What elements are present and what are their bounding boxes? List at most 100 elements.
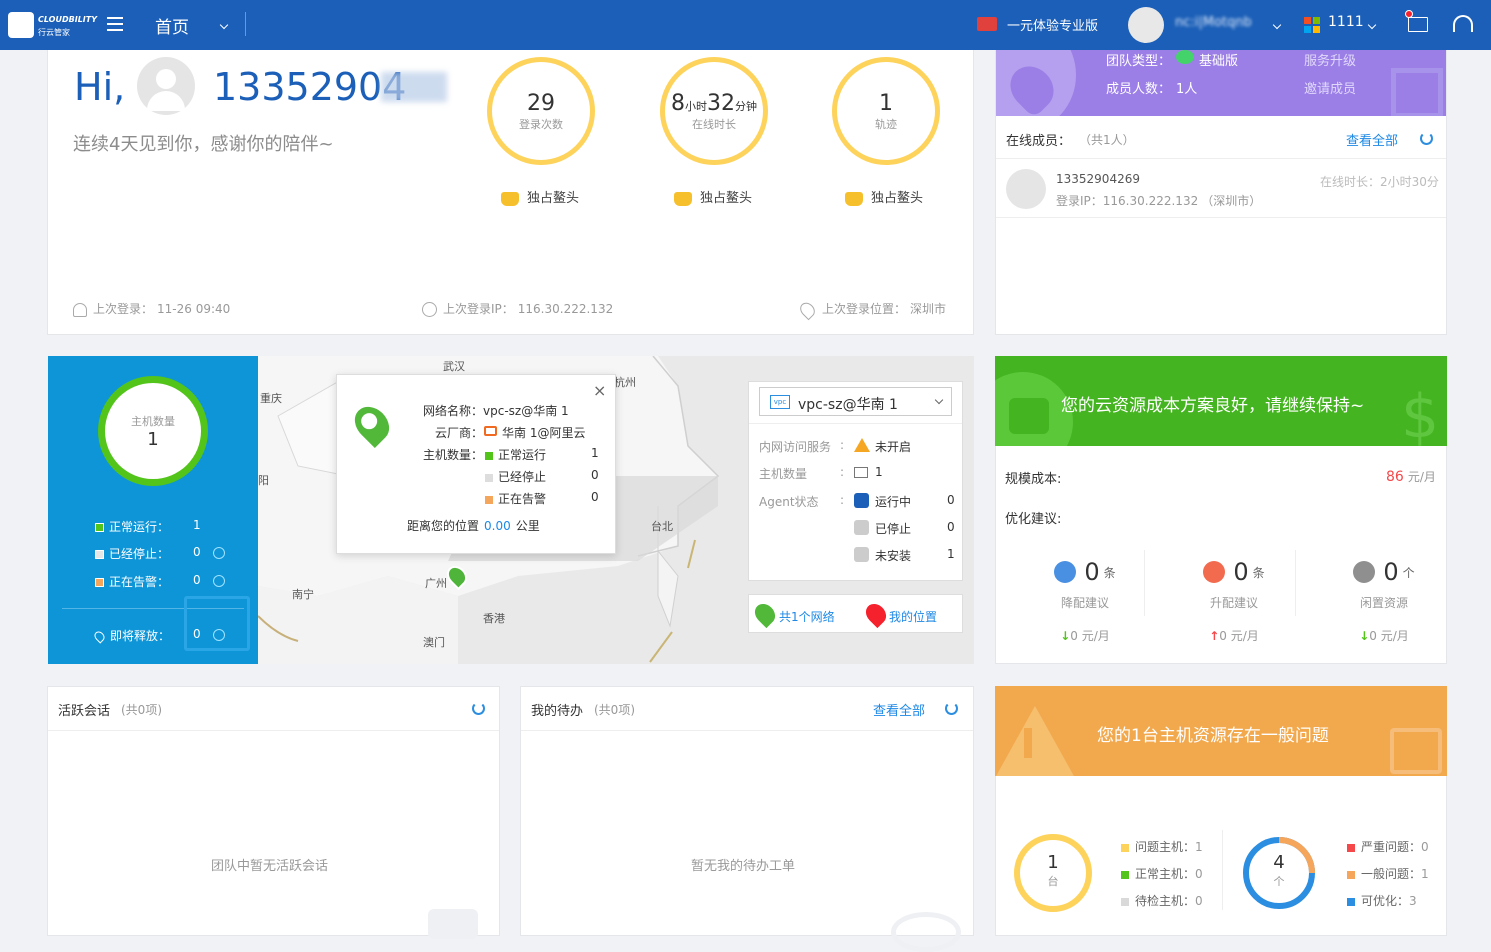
user-avatar[interactable] (1128, 7, 1164, 43)
sessions-refresh-icon[interactable] (472, 701, 485, 715)
panel-hosts-value: 1 (875, 465, 883, 479)
refresh-icon[interactable] (1420, 131, 1433, 145)
running-stat: 正常运行： 1 (95, 518, 201, 535)
city-chongqing: 重庆 (260, 392, 282, 405)
popup-running: 正常运行 (485, 446, 546, 463)
phone-mask (381, 72, 447, 102)
crown-icon (845, 191, 863, 206)
gift-icon (977, 17, 997, 31)
downgrade-advice[interactable]: 0条 降配建议 ↓0 元/月 (1040, 558, 1130, 644)
city-wuhan: 武汉 (443, 360, 465, 373)
nav-home-dropdown-icon[interactable] (219, 17, 229, 31)
intranet-value: 未开启 (875, 440, 912, 454)
monitor-watermark-icon (184, 596, 250, 651)
severe-issues: 严重问题：0 (1347, 838, 1429, 855)
popup-stopped-count: 0 (591, 468, 599, 482)
members-value: 1人 (1176, 82, 1198, 97)
empty-todo-watermark-icon (891, 912, 961, 952)
cloudbility-logo-icon[interactable] (8, 12, 34, 38)
user-name[interactable]: nc:i|Motqnb (1175, 15, 1252, 30)
warning-triangle-icon (995, 706, 1085, 776)
empty-watermark-icon (428, 909, 478, 939)
my-location-link[interactable]: 我的位置 (889, 608, 937, 625)
network-pin-icon (347, 399, 397, 449)
greeting-message: 连续4天见到你，感谢你的陪伴~ (73, 134, 334, 155)
team-name[interactable]: 1111 (1328, 14, 1364, 30)
idle-resources[interactable]: 0个 闲置资源 ↓0 元/月 (1339, 558, 1429, 644)
team-type-value: 基础版 (1199, 54, 1239, 69)
nav-home[interactable]: 首页 (155, 13, 189, 38)
networks-link[interactable]: 共1个网络 (779, 608, 835, 625)
my-location-pin-icon (861, 599, 891, 629)
city-hangzhou: 杭州 (614, 376, 636, 389)
message-icon[interactable] (1405, 10, 1428, 32)
globe-icon (422, 302, 437, 317)
popup-net-value: vpc-sz@华南 1 (483, 404, 569, 418)
release-stat: 即将释放： 0 (92, 627, 225, 644)
idle-icon (1353, 561, 1376, 583)
pending-hosts: 待检主机：0 (1121, 892, 1203, 909)
hosts-summary-panel: 主机数量 1 正常运行： 1 已经停止： 0 正在告警： 0 即将释放： 0 (48, 356, 258, 664)
network-select[interactable]: vpc vpc-sz@华南 1 (759, 387, 952, 416)
stat-online-time: 8小时32分钟 在线时长 (660, 57, 768, 165)
last-location: 上次登录位置： 深圳市 (797, 299, 946, 320)
todo-count: (共0项) (594, 703, 635, 717)
greeting-hi: Hi, (74, 65, 126, 109)
city-nanning: 南宁 (292, 588, 314, 601)
page-scrollbar[interactable] (1480, 50, 1491, 929)
members-label: 成员人数： (1106, 82, 1172, 97)
invite-link[interactable]: 邀请成员 (1304, 78, 1356, 97)
close-popup-icon[interactable]: × (593, 381, 606, 400)
support-headset-icon[interactable] (1453, 15, 1473, 32)
agent-stopped-label: 已停止 (875, 522, 912, 536)
cost-banner-text: 您的云资源成本方案良好，请继续保持~ (1061, 396, 1365, 416)
trend-up-icon (1203, 561, 1226, 583)
search-alarm-icon[interactable] (213, 575, 225, 587)
agent-running-icon (854, 493, 869, 508)
city-macau: 澳门 (423, 636, 445, 649)
host-count-label: 主机数量 (131, 415, 175, 428)
dollar-watermark-icon: $ (1401, 382, 1440, 446)
warning-icon (854, 438, 870, 452)
scale-cost: 86 元/月 (1386, 469, 1436, 485)
top-nav-bar: CLOUDBILITY 行云管家 首页 一元体验专业版 nc:i|Motqnb … (0, 0, 1491, 50)
todo-refresh-icon[interactable] (945, 701, 958, 715)
badge-online: 独占鳌头 (674, 187, 752, 206)
upgrade-link[interactable]: 服务升级 (1304, 50, 1356, 69)
stat-login-count: 29 登录次数 (487, 57, 595, 165)
location-pin-icon (797, 299, 818, 320)
city-hongkong: 香港 (483, 612, 505, 625)
menu-toggle-icon[interactable] (107, 17, 123, 31)
badge-login: 独占鳌头 (501, 187, 579, 206)
cost-banner: 您的云资源成本方案良好，请继续保持~ $ (995, 356, 1447, 446)
popup-alarm-count: 0 (591, 490, 599, 504)
team-dropdown-icon[interactable] (1367, 17, 1377, 31)
user-dropdown-icon[interactable] (1272, 17, 1282, 31)
member-row[interactable]: 13352904269 登录IP：116.30.222.132 （深圳市） 在线时… (996, 159, 1446, 217)
select-caret-icon (934, 395, 944, 405)
upgrade-advice[interactable]: 0条 升配建议 ↑0 元/月 (1189, 558, 1279, 644)
general-issues: 一般问题：1 (1347, 865, 1429, 882)
popup-host-label: 主机数量： (423, 448, 484, 462)
map-actions-panel: 共1个网络 我的位置 (748, 594, 963, 633)
online-members-count: （共1人） (1079, 133, 1135, 147)
sessions-count: (共0项) (121, 703, 162, 717)
greeting-avatar (137, 57, 195, 115)
greeting-phone: 13352904 (213, 65, 407, 109)
release-pin-icon (92, 629, 107, 644)
agent-stopped-icon (854, 520, 869, 535)
issue-count: 4 个 (1273, 852, 1285, 888)
trend-down-icon (1054, 561, 1077, 583)
todo-view-all-link[interactable]: 查看全部 (873, 700, 925, 719)
vpc-icon: vpc (770, 395, 790, 409)
network-select-value: vpc-sz@华南 1 (798, 397, 898, 413)
todo-empty: 暂无我的待办工单 (691, 859, 796, 874)
search-stopped-icon[interactable] (213, 547, 225, 559)
search-release-icon[interactable] (213, 629, 225, 641)
promo-link[interactable]: 一元体验专业版 (1007, 15, 1098, 34)
aliyun-icon (484, 426, 497, 436)
problem-host-ring: 1 台 (1014, 834, 1092, 912)
arrow-up-icon: ↑ (1209, 629, 1220, 643)
city-fragment: 阳 (258, 474, 269, 487)
view-all-members-link[interactable]: 查看全部 (1346, 130, 1398, 149)
